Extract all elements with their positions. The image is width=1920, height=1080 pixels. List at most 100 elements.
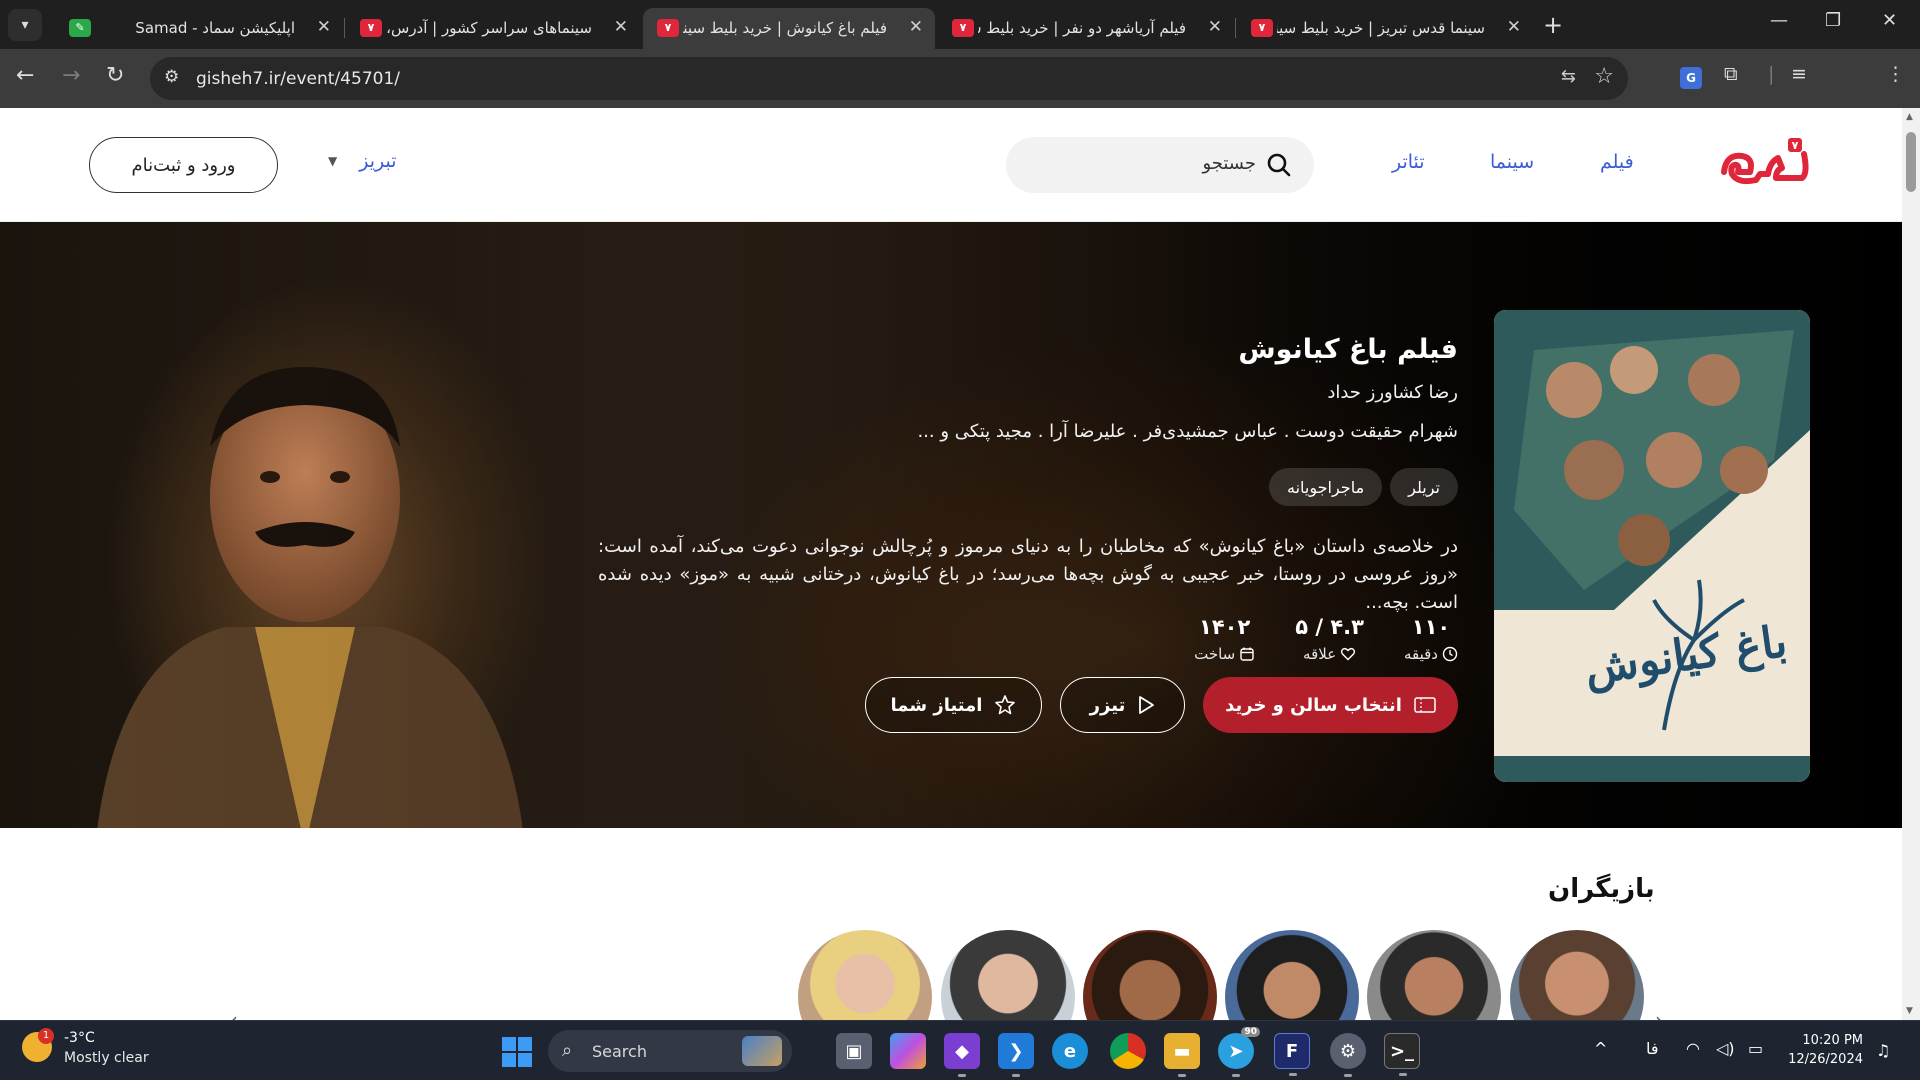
back-icon[interactable]: ← [16,63,34,88]
genre-tags: تریلر ماجراجویانه [1269,468,1458,506]
telegram-icon[interactable]: ➤ 90 [1218,1027,1260,1077]
language-indicator[interactable]: فا [1646,1039,1659,1058]
chrome-menu-icon[interactable]: ⋮ [1886,63,1905,85]
genre-tag[interactable]: ماجراجویانه [1269,468,1383,506]
gisheh-favicon-icon: ۷ [1251,19,1273,37]
trailer-button[interactable]: تیزر [1060,677,1185,733]
new-tab-button[interactable]: + [1543,11,1563,39]
movie-director[interactable]: رضا کشاورز حداد [1327,382,1458,403]
volume-icon[interactable]: ◁) [1716,1039,1735,1058]
show-hidden-icons-icon[interactable]: ^ [1594,1039,1607,1058]
scroll-down-icon[interactable]: ▼ [1906,1006,1913,1016]
svg-text:۷: ۷ [1792,139,1799,152]
clock-icon [1442,646,1458,662]
extensions-puzzle-icon[interactable]: ⧉ [1724,63,1738,85]
rating-label: علاقه [1303,645,1337,663]
f-app-icon[interactable]: F [1274,1033,1310,1076]
tab-search-button[interactable]: ▾ [8,9,42,41]
rate-button[interactable]: امتیاز شما [865,677,1042,733]
actor-avatar[interactable] [941,930,1075,1020]
tab-baagh-kianoosh[interactable]: ۷ فیلم باغ کیانوش | خرید بلیط سینما ✕ [643,8,935,49]
star-icon [995,695,1016,715]
copilot-icon[interactable] [890,1033,926,1069]
address-bar[interactable]: ⚙ gisheh7.ir/event/45701/ ⇆ ☆ [150,57,1628,100]
forward-icon[interactable]: → [62,63,80,88]
duration-label: دقیقه [1403,645,1438,663]
minimize-icon[interactable]: — [1770,10,1788,31]
gisheh7-logo[interactable]: ۷ [1716,134,1812,188]
tab-cinemas[interactable]: ۷ سینماهای سراسر کشور | آدرس، تلفن ✕ [346,8,640,49]
tab-strip: ▾ ✎ اپلیکیشن سماد - Samad ✕ ۷ سینماهای س… [0,0,1920,49]
close-icon[interactable]: ✕ [317,17,331,37]
movie-poster: باغ کیانوش [1494,310,1810,782]
settings-gear-icon[interactable]: ⚙ [1330,1033,1366,1077]
site-search-input[interactable]: جستجو [1006,137,1314,193]
page-scrollbar[interactable]: ▲ ▼ [1902,108,1920,1020]
close-icon[interactable]: ✕ [1507,17,1521,37]
file-explorer-icon[interactable]: ▬ [1164,1033,1200,1077]
login-register-button[interactable]: ورود و ثبت‌نام [89,137,278,193]
visual-studio-icon[interactable]: ◆ [944,1033,980,1077]
rate-button-label: امتیاز شما [890,694,983,716]
notification-bell-icon[interactable]: ♫ [1876,1041,1890,1060]
vscode-icon[interactable]: ❯ [998,1033,1034,1077]
bookmark-star-icon[interactable]: ☆ [1594,64,1614,89]
battery-icon[interactable]: ▭ [1748,1039,1763,1058]
clock-time: 10:20 PM [1802,1033,1863,1048]
google-translate-extension-icon[interactable]: G [1680,67,1702,89]
city-label: تبریز [359,150,397,172]
url-text[interactable]: gisheh7.ir/event/45701/ [196,69,400,89]
website-viewport: ۷ فیلم سینما تئاتر جستجو تبریز ▼ ورود و … [0,108,1902,1020]
start-menu-icon[interactable] [502,1037,532,1067]
edge-icon[interactable]: e [1052,1033,1088,1069]
gisheh-favicon-icon: ۷ [657,19,679,37]
carousel-next-icon[interactable]: › [1655,1008,1663,1020]
actor-avatar[interactable] [1083,930,1217,1020]
scroll-up-icon[interactable]: ▲ [1906,112,1913,122]
tab-aryashahr[interactable]: ۷ فیلم آریاشهر دو نفر | خرید بلیط سینما … [938,8,1234,49]
site-header: ۷ فیلم سینما تئاتر جستجو تبریز ▼ ورود و … [0,108,1902,222]
movie-synopsis: در خلاصه‌ی داستان «باغ کیانوش» که مخاطبا… [598,536,1458,613]
city-selector[interactable]: تبریز ▼ [328,150,397,172]
close-icon[interactable]: ✕ [614,17,628,37]
tab-title: اپلیکیشن سماد - Samad [135,19,295,37]
actor-avatar[interactable] [1225,930,1359,1020]
buy-button-label: انتخاب سالن و خرید [1225,694,1402,716]
buy-ticket-button[interactable]: انتخاب سالن و خرید [1203,677,1458,733]
reload-icon[interactable]: ↻ [106,63,124,88]
tab-samad[interactable]: ✎ اپلیکیشن سماد - Samad ✕ [55,8,343,49]
gisheh-favicon-icon: ۷ [952,19,974,37]
tab-ghods-tabriz[interactable]: ۷ سینما قدس تبریز | خرید بلیط سینما ✕ [1237,8,1533,49]
terminal-icon[interactable]: >_ [1384,1033,1420,1076]
wifi-icon[interactable]: ◠ [1686,1039,1700,1058]
media-control-icon[interactable]: ≡ [1791,63,1807,85]
actor-avatar[interactable] [1510,930,1644,1020]
actor-avatar[interactable] [1367,930,1501,1020]
genre-tag[interactable]: تریلر [1390,468,1458,506]
search-highlight-image [742,1036,782,1066]
translate-icon[interactable]: ⇆ [1561,66,1576,87]
tab-title: سینما قدس تبریز | خرید بلیط سینما [1277,19,1485,37]
nav-film-link[interactable]: فیلم [1600,151,1634,173]
close-window-icon[interactable]: ✕ [1882,10,1897,31]
movie-cast-line[interactable]: شهرام حقیقت دوست . عباس جمشیدی‌فر . علیر… [917,421,1458,442]
heart-icon [1341,647,1356,661]
system-clock[interactable]: 10:20 PM 12/26/2024 [1775,1031,1863,1069]
chrome-icon[interactable] [1110,1033,1146,1069]
actor-avatar[interactable] [798,930,932,1020]
close-icon[interactable]: ✕ [1208,17,1222,37]
nav-cinema-link[interactable]: سینما [1490,151,1534,173]
site-info-icon[interactable]: ⚙ [164,67,179,87]
close-icon[interactable]: ✕ [909,17,923,37]
ticket-icon [1414,697,1436,713]
taskbar-search[interactable]: ⌕ Search [548,1030,792,1072]
restore-icon[interactable]: ❐ [1825,10,1841,31]
scrollbar-thumb[interactable] [1906,132,1916,192]
nav-theater-link[interactable]: تئاتر [1392,151,1425,173]
rating-stat: ۴.۳ / ۵ علاقه [1295,615,1364,663]
task-view-icon[interactable]: ▣ [836,1033,872,1069]
year-value: ۱۴۰۲ [1199,615,1251,639]
poster-image [1494,310,1810,782]
carousel-prev-icon[interactable]: ‹ [230,1008,238,1020]
year-stat: ۱۴۰۲ ساخت [1194,615,1255,663]
